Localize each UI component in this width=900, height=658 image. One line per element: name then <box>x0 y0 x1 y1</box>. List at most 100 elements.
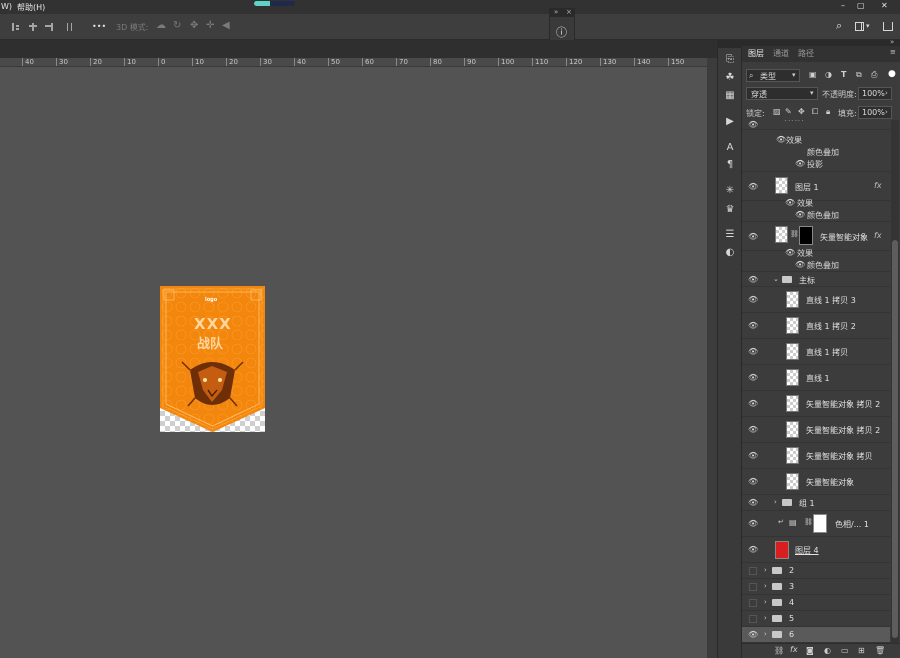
layer-filter-select[interactable]: ⌕ 类型 ▾ <box>746 69 800 82</box>
filter-pixel-icon[interactable]: ▣ <box>809 70 817 79</box>
fx-icon[interactable]: fx <box>874 231 882 240</box>
visibility-off-box[interactable] <box>749 615 757 623</box>
blend-mode-select[interactable]: 穿透 ▾ <box>746 87 818 100</box>
layer-row[interactable]: 👁︎ 矢量智能对象 拷贝 2 <box>742 391 890 417</box>
canvas-area[interactable]: logo XXX 战队 <box>0 68 707 658</box>
chevron-right-icon[interactable]: › <box>764 566 767 574</box>
layer-row[interactable]: 👁︎ 直线 1 <box>742 365 890 391</box>
fill-input[interactable]: 100% › <box>858 106 892 119</box>
lock-artboard-icon[interactable]: ⧠ <box>812 107 818 117</box>
adjust-icon[interactable]: ◐ <box>824 646 831 655</box>
layer-row[interactable]: 👁︎ 直线 1 拷贝 3 <box>742 287 890 313</box>
layer-group-6[interactable]: 👁︎ › 6 <box>742 627 890 643</box>
eye-icon[interactable]: 👁︎ <box>795 210 805 219</box>
close-window-button[interactable]: ✕ <box>881 1 888 10</box>
layer-mask-thumbnail[interactable] <box>813 514 827 533</box>
layer-group-3[interactable]: › 3 <box>742 579 890 595</box>
panel-collapse-icon[interactable]: » <box>890 38 894 46</box>
actions-play-icon[interactable]: ▶ <box>723 115 737 129</box>
eye-icon[interactable]: 👁︎ <box>795 260 805 269</box>
eye-icon[interactable]: 👁︎ <box>748 399 758 408</box>
3d-pan-icon[interactable]: ✥ <box>190 20 198 31</box>
tab-paths[interactable]: 路径 <box>798 48 814 59</box>
canvas-vertical-scrollbar[interactable] <box>707 58 717 658</box>
eye-icon[interactable]: 👁︎ <box>748 373 758 382</box>
visibility-off-box[interactable] <box>749 599 757 607</box>
properties-icon[interactable]: ☰ <box>723 228 737 242</box>
brushes-icon[interactable]: ♛ <box>723 203 737 217</box>
lock-pixels-icon[interactable]: ▨ <box>773 107 781 116</box>
chevron-right-icon[interactable]: › <box>764 598 767 606</box>
trash-icon[interactable]: 🗑︎ <box>875 646 885 655</box>
distribute-icon[interactable] <box>67 23 72 31</box>
layer-row-layer4[interactable]: 👁︎ 图层 4 <box>742 537 890 563</box>
chevron-right-icon[interactable]: › <box>764 582 767 590</box>
eye-icon[interactable]: 👁︎ <box>748 425 758 434</box>
folder-icon[interactable]: ▭ <box>841 646 849 655</box>
eye-icon[interactable]: 👁︎ <box>785 248 795 257</box>
info-icon[interactable]: ⓘ <box>556 24 567 40</box>
visibility-off-box[interactable] <box>749 567 757 575</box>
more-options-button[interactable]: ••• <box>92 22 106 31</box>
close-panel-button[interactable]: × <box>566 8 572 16</box>
eye-icon[interactable]: 👁︎ <box>748 451 758 460</box>
mask-icon[interactable]: ◙ <box>806 646 814 655</box>
eye-icon[interactable]: 👁︎ <box>748 182 758 191</box>
layer-row[interactable]: 👁︎ 矢量智能对象 <box>742 469 890 495</box>
chevron-down-icon[interactable]: ▾ <box>866 22 870 30</box>
share-icon[interactable] <box>883 22 893 31</box>
tab-layers[interactable]: 图层 <box>748 48 764 59</box>
filter-adjust-icon[interactable]: ◑ <box>825 70 832 79</box>
character-icon[interactable]: A <box>723 141 737 155</box>
3d-roll-icon[interactable]: ↻ <box>173 20 181 31</box>
3d-scale-icon[interactable]: ◀ <box>222 20 230 31</box>
chevron-right-icon[interactable]: › <box>774 498 777 506</box>
layers-scrollbar[interactable] <box>891 120 899 643</box>
layer-group-4[interactable]: › 4 <box>742 595 890 611</box>
layer-row-adjustment[interactable]: 👁︎ ↵ ▤ ⛓︎ 色相/... 1 <box>742 511 890 537</box>
eye-icon[interactable]: 👁︎ <box>748 120 758 129</box>
align-left-icon[interactable] <box>12 23 19 31</box>
adjustments-icon[interactable]: ◐ <box>723 246 737 260</box>
link-icon[interactable]: ⛓︎ <box>804 518 813 526</box>
poster-canvas[interactable]: logo XXX 战队 <box>160 286 265 432</box>
filter-smart-icon[interactable]: ⎙ <box>871 70 877 80</box>
layer-group-main[interactable]: 👁︎ ⌄ 主标 <box>742 271 890 287</box>
3d-slide-icon[interactable]: ✛ <box>206 20 214 31</box>
tab-channels[interactable]: 通道 <box>773 48 789 59</box>
chevron-down-icon[interactable]: ⌄ <box>773 275 779 283</box>
chevron-right-icon[interactable]: › <box>764 614 767 622</box>
color-icon[interactable]: ☘ <box>723 71 737 85</box>
eye-icon[interactable]: 👁︎ <box>776 135 786 144</box>
lock-all-icon[interactable]: 🔒︎ <box>826 107 830 117</box>
menu-item-window[interactable]: W) <box>1 2 12 11</box>
align-right-icon[interactable] <box>45 23 53 31</box>
eye-icon[interactable]: 👁︎ <box>748 275 758 284</box>
workspace-icon[interactable] <box>855 22 864 31</box>
layer-row-layer1[interactable]: 👁︎ 图层 1 fx <box>742 171 890 201</box>
fx-icon[interactable]: fx <box>874 181 882 190</box>
eye-icon[interactable]: 👁︎ <box>748 347 758 356</box>
layer-row[interactable]: 👁︎ 直线 1 拷贝 2 <box>742 313 890 339</box>
layer-row-partial[interactable]: 👁︎ ^^^ <box>742 120 890 130</box>
chevron-right-icon[interactable]: › <box>764 630 767 638</box>
swatches-icon[interactable]: ▦ <box>723 89 737 103</box>
link-icon[interactable]: ⛓︎ <box>790 230 799 238</box>
lock-paint-icon[interactable]: ✎ <box>785 107 792 116</box>
maximize-button[interactable]: ▢ <box>857 1 865 10</box>
layer-group-2[interactable]: › 2 <box>742 563 890 579</box>
eye-icon[interactable]: 👁︎ <box>748 498 758 507</box>
layer-row[interactable]: 👁︎ 矢量智能对象 拷贝 <box>742 443 890 469</box>
layer-row[interactable]: 👁︎ 直线 1 拷贝 <box>742 339 890 365</box>
filter-shape-icon[interactable]: ⧉ <box>856 70 862 80</box>
eye-icon[interactable]: 👁︎ <box>748 232 758 241</box>
link-icon[interactable]: ⛓︎ <box>774 646 784 655</box>
eye-icon[interactable]: 👁︎ <box>748 321 758 330</box>
filter-type-icon[interactable]: T <box>841 70 846 79</box>
new-layer-icon[interactable]: ⊞ <box>858 646 865 655</box>
eye-icon[interactable]: 👁︎ <box>795 159 805 168</box>
lock-move-icon[interactable]: ✥ <box>798 107 805 116</box>
eye-icon[interactable]: 👁︎ <box>748 545 758 554</box>
brush-settings-icon[interactable]: ✳ <box>723 184 737 198</box>
layer-mask-thumbnail[interactable] <box>799 226 813 245</box>
